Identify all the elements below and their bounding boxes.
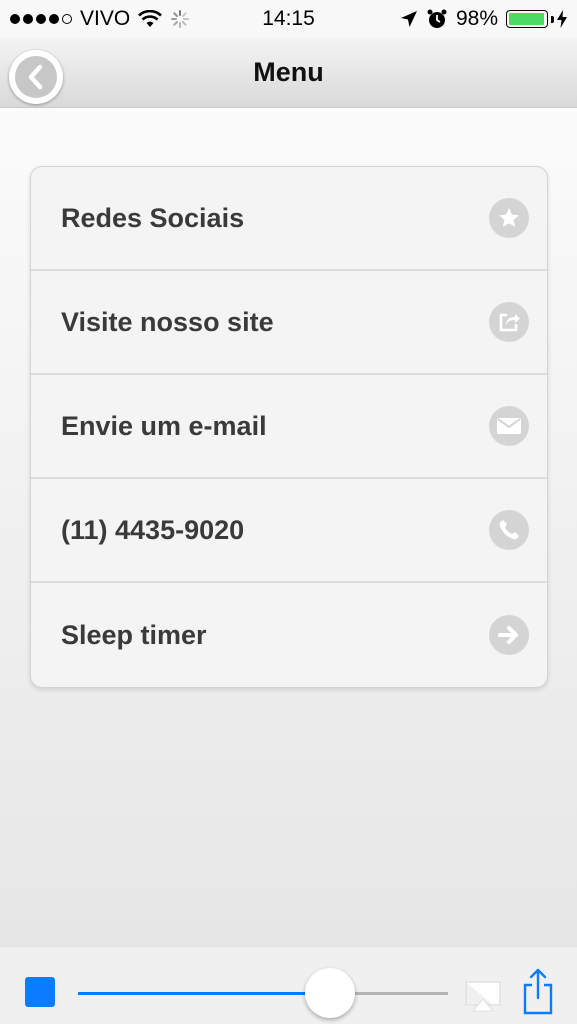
stop-button[interactable]	[25, 977, 55, 1007]
airplay-icon[interactable]	[463, 977, 503, 1017]
carrier-name: VIVO	[80, 7, 131, 30]
chevron-left-icon	[15, 56, 57, 98]
menu-item-label: Sleep timer	[61, 619, 207, 650]
menu-item-phone[interactable]: (11) 4435-9020	[31, 479, 547, 583]
share-icon[interactable]	[521, 967, 555, 1015]
location-arrow-icon	[400, 11, 417, 27]
signal-strength-icon	[10, 14, 72, 24]
slider-fill	[78, 992, 330, 995]
envelope-icon	[489, 406, 529, 446]
battery-icon	[506, 10, 567, 28]
phone-icon	[489, 510, 529, 550]
wifi-icon	[138, 10, 163, 27]
arrow-right-icon	[489, 615, 529, 655]
status-bar: VIVO 14:15 98%	[0, 0, 577, 38]
battery-percent: 98%	[455, 7, 498, 30]
menu-item-email[interactable]: Envie um e-mail	[31, 375, 547, 479]
navigation-bar: Menu	[0, 38, 577, 108]
menu-list: Redes Sociais Visite nosso site Envie um…	[30, 166, 548, 688]
menu-item-label: Envie um e-mail	[61, 410, 267, 441]
menu-item-label: Redes Sociais	[61, 202, 245, 233]
volume-slider[interactable]	[78, 968, 448, 1018]
back-button[interactable]	[9, 50, 63, 104]
menu-item-label: Visite nosso site	[61, 306, 274, 337]
page-title: Menu	[253, 57, 324, 87]
charging-bolt-icon	[557, 10, 567, 28]
slider-thumb[interactable]	[304, 968, 355, 1018]
menu-item-visite-site[interactable]: Visite nosso site	[31, 271, 547, 375]
content-area: Redes Sociais Visite nosso site Envie um…	[0, 108, 577, 946]
player-bar	[0, 946, 577, 1024]
status-left: VIVO	[10, 7, 190, 31]
activity-spinner-icon	[171, 10, 190, 28]
star-icon	[489, 198, 529, 238]
alarm-clock-icon	[427, 9, 447, 28]
menu-item-label: (11) 4435-9020	[61, 514, 245, 545]
status-right: 98%	[400, 7, 567, 31]
menu-item-redes-sociais[interactable]: Redes Sociais	[31, 167, 547, 271]
menu-item-sleep-timer[interactable]: Sleep timer	[31, 583, 547, 687]
share-out-icon	[489, 302, 529, 342]
